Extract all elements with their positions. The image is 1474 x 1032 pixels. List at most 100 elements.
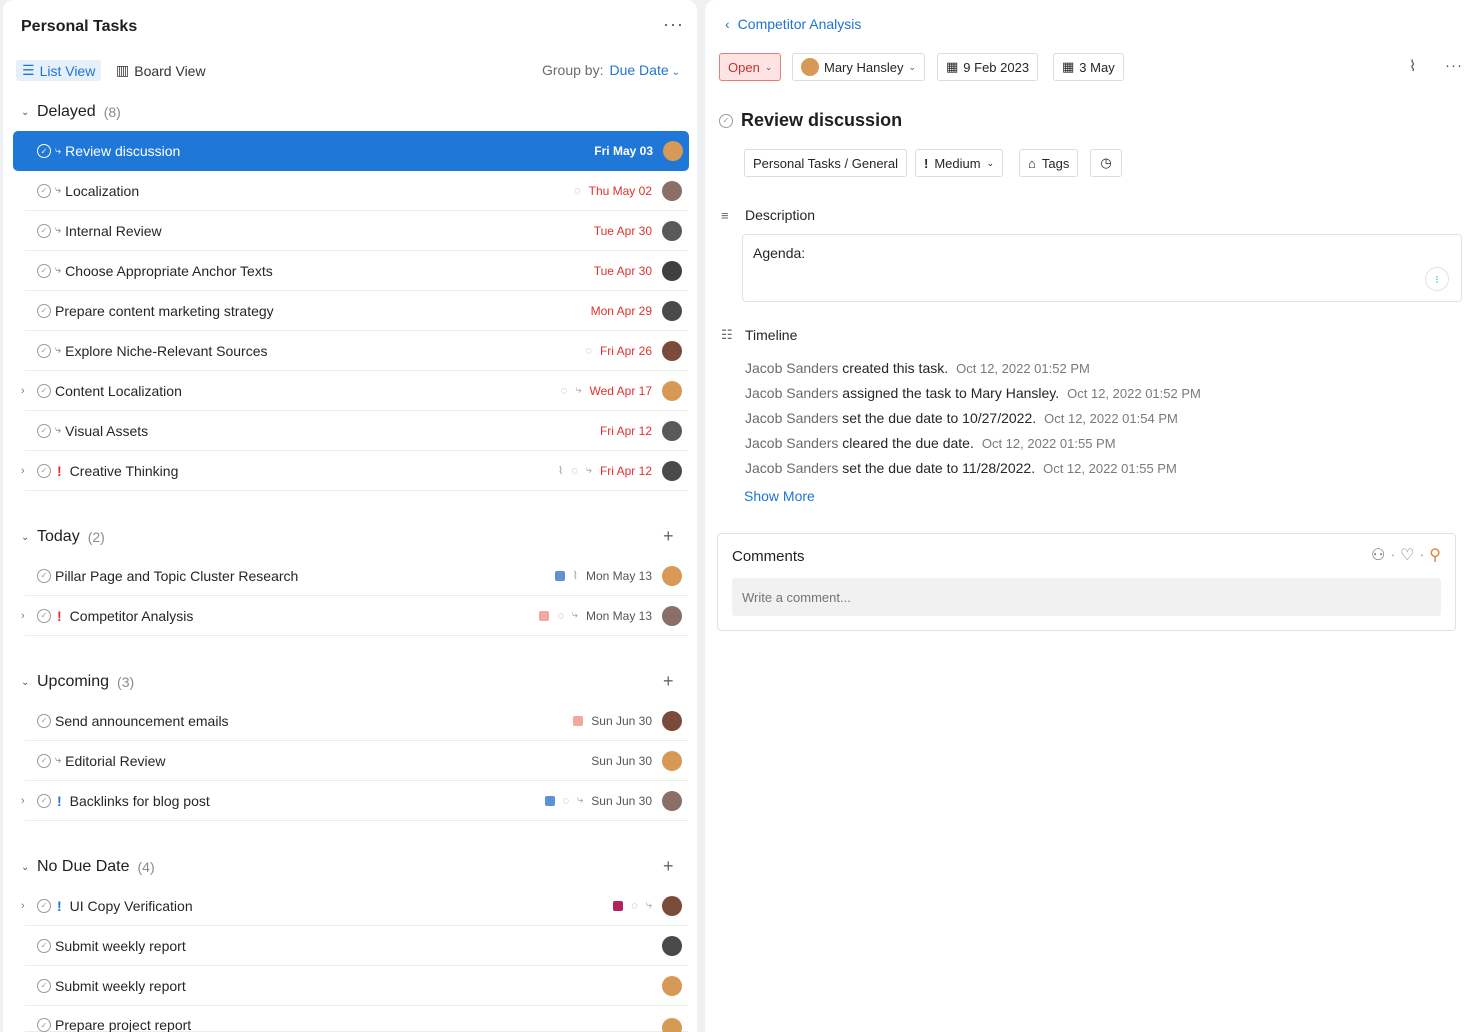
assignee-dropdown[interactable]: Mary Hansley ⌄ bbox=[792, 53, 926, 81]
chevron-down-icon[interactable]: ⌄ bbox=[21, 532, 31, 543]
section-delayed[interactable]: ⌄ Delayed (8) bbox=[21, 103, 121, 121]
complete-check-icon[interactable]: ✓ bbox=[37, 303, 51, 318]
chevron-right-icon[interactable]: › bbox=[21, 465, 25, 477]
task-row[interactable]: › ✓ ! UI Copy Verification ◌ ⤷ bbox=[21, 886, 688, 926]
due-date-button[interactable]: ▦ 3 May bbox=[1053, 53, 1124, 81]
task-row[interactable]: ✓ Prepare project report bbox=[25, 1006, 688, 1032]
complete-check-icon[interactable]: ✓ bbox=[37, 343, 51, 358]
complete-check-icon[interactable]: ✓ bbox=[37, 978, 51, 993]
task-row[interactable]: ✓ ⤷ Internal Review Tue Apr 30 bbox=[25, 211, 688, 251]
complete-check-icon[interactable]: ✓ bbox=[37, 1018, 51, 1032]
task-row[interactable]: › ✓ ! Backlinks for blog post ◌ ⤷ Sun Jun 3… bbox=[21, 781, 688, 821]
complete-check-icon[interactable]: ✓ bbox=[37, 608, 51, 623]
complete-check-icon[interactable]: ✓ bbox=[37, 753, 51, 768]
complete-check-icon[interactable]: ✓ bbox=[37, 713, 51, 728]
task-row[interactable]: ✓ ⤷ Choose Appropriate Anchor Texts Tue A… bbox=[25, 251, 688, 291]
attachment-icon[interactable]: ⌇ bbox=[1409, 57, 1416, 75]
complete-check-icon[interactable]: ✓ bbox=[37, 938, 51, 953]
complete-check-icon[interactable]: ✓ bbox=[37, 263, 51, 278]
task-row[interactable]: ✓ ⤷ Editorial Review Sun Jun 30 bbox=[25, 741, 688, 781]
chevron-left-icon[interactable]: ‹ bbox=[725, 16, 730, 32]
chevron-right-icon[interactable]: › bbox=[21, 385, 25, 397]
task-name: Prepare project report bbox=[55, 1017, 192, 1032]
task-detail-panel: ‹ Competitor Analysis Open ⌄ Mary Hansle… bbox=[705, 0, 1474, 1032]
due-date: Wed Apr 17 bbox=[589, 383, 652, 398]
timeline-header: ☷ Timeline bbox=[721, 327, 797, 343]
task-row[interactable]: › ✓ Content Localization ◌ ⤷ Wed Apr 17 bbox=[21, 371, 688, 411]
complete-check-icon[interactable]: ✓ bbox=[37, 144, 51, 158]
complete-check-icon[interactable]: ✓ bbox=[37, 568, 51, 583]
task-row[interactable]: › ✓ ! Creative Thinking ⌇ ◌ ⤷ Fri Apr 12 bbox=[21, 451, 688, 491]
add-task-plus-icon[interactable]: + bbox=[663, 526, 674, 547]
project-chip[interactable]: Personal Tasks / General bbox=[744, 149, 907, 177]
alarm-clock-icon: ◷ bbox=[1100, 155, 1112, 170]
chevron-down-icon[interactable]: ⌄ bbox=[21, 862, 31, 873]
chevron-down-icon[interactable]: ⌄ bbox=[21, 107, 31, 118]
comments-panel: Comments ⚇ • ♡ • ⚲ bbox=[717, 533, 1456, 631]
complete-check-icon[interactable]: ✓ bbox=[37, 463, 51, 478]
complete-check-icon[interactable]: ✓ bbox=[37, 223, 51, 238]
chevron-right-icon[interactable]: › bbox=[21, 610, 25, 622]
group-by-control[interactable]: Group by: Due Date ⌄ bbox=[542, 62, 680, 78]
task-row[interactable]: › ✓ ! Competitor Analysis ◌ ⤷ Mon May 13 bbox=[21, 596, 688, 636]
complete-check-icon[interactable]: ✓ bbox=[37, 793, 51, 808]
chevron-down-icon[interactable]: ⌄ bbox=[21, 677, 31, 688]
tag-color bbox=[613, 900, 624, 911]
section-today[interactable]: ⌄ Today (2) bbox=[21, 528, 105, 546]
subtask-icon: ⤷ bbox=[55, 424, 62, 436]
list-view-tab[interactable]: ☰ List View bbox=[16, 60, 102, 81]
section-upcoming[interactable]: ⌄ Upcoming (3) bbox=[21, 673, 134, 691]
heart-icon[interactable]: ♡ bbox=[1400, 545, 1414, 565]
avatar bbox=[662, 380, 682, 401]
section-count: (3) bbox=[117, 674, 135, 690]
task-row[interactable]: ✓ ⤷ Localization ◌ Thu May 02 bbox=[25, 171, 688, 211]
task-row[interactable]: ✓ ⤷ Visual Assets Fri Apr 12 bbox=[25, 411, 688, 451]
show-more-link[interactable]: Show More bbox=[744, 488, 815, 504]
task-row[interactable]: ✓ Send announcement emails Sun Jun 30 bbox=[25, 701, 688, 741]
complete-check-icon[interactable]: ✓ bbox=[719, 113, 733, 128]
avatar bbox=[662, 420, 682, 441]
complete-check-icon[interactable]: ✓ bbox=[37, 423, 51, 438]
group-by-value[interactable]: Due Date bbox=[609, 62, 668, 78]
tags-button[interactable]: ⌂ Tags bbox=[1019, 149, 1079, 177]
comment-icon: ◌ bbox=[631, 899, 638, 912]
complete-check-icon[interactable]: ✓ bbox=[37, 898, 51, 913]
add-task-plus-icon[interactable]: + bbox=[663, 671, 674, 692]
add-follower-icon[interactable]: ⚇ bbox=[1371, 545, 1385, 565]
due-date: Fri Apr 12 bbox=[599, 463, 652, 478]
section-no-due-date[interactable]: ⌄ No Due Date (4) bbox=[21, 858, 155, 876]
parent-task-link[interactable]: Competitor Analysis bbox=[738, 16, 862, 32]
section-label: Today bbox=[37, 528, 80, 545]
task-row[interactable]: ✓ Prepare content marketing strategy Mon… bbox=[25, 291, 688, 331]
start-date-button[interactable]: ▦ 9 Feb 2023 bbox=[937, 53, 1039, 81]
reminder-button[interactable]: ◷ bbox=[1090, 149, 1122, 177]
status-dropdown[interactable]: Open ⌄ bbox=[719, 53, 782, 81]
task-row[interactable]: ✓ ⤷ Review discussion Fri May 03 bbox=[13, 131, 689, 171]
description-editor[interactable]: Agenda: ⁝ bbox=[742, 234, 1462, 302]
more-options-icon[interactable]: ··· bbox=[663, 14, 684, 35]
add-task-plus-icon[interactable]: + bbox=[663, 856, 674, 877]
more-options-icon[interactable]: ··· bbox=[1445, 57, 1463, 74]
comment-input[interactable] bbox=[732, 578, 1441, 616]
complete-check-icon[interactable]: ✓ bbox=[37, 383, 51, 398]
calendar-icon: ▦ bbox=[1062, 59, 1075, 74]
subtask-icon: ⤷ bbox=[55, 344, 62, 356]
tag-icon: ⌂ bbox=[1028, 155, 1036, 171]
task-row[interactable]: ✓ Submit weekly report bbox=[25, 926, 688, 966]
task-row[interactable]: ✓ Pillar Page and Topic Cluster Research… bbox=[25, 556, 688, 596]
assignee-name: Mary Hansley bbox=[824, 59, 904, 75]
comment-icon: ◌ bbox=[571, 464, 578, 477]
board-view-tab[interactable]: ▥ Board View bbox=[110, 60, 212, 81]
task-row[interactable]: ✓ Submit weekly report bbox=[25, 966, 688, 1006]
calendar-icon: ▦ bbox=[946, 59, 959, 74]
priority-dropdown[interactable]: ! Medium ⌄ bbox=[915, 149, 1004, 177]
task-title[interactable]: Review discussion bbox=[741, 110, 902, 131]
task-row[interactable]: ✓ ⤷ Explore Niche-Relevant Sources ◌ Fri A… bbox=[25, 331, 688, 371]
user-icon[interactable]: ⚲ bbox=[1429, 545, 1441, 565]
complete-check-icon[interactable]: ✓ bbox=[37, 183, 51, 198]
board-icon: ▥ bbox=[116, 62, 130, 78]
chevron-right-icon[interactable]: › bbox=[21, 795, 25, 807]
breadcrumb[interactable]: ‹ Competitor Analysis bbox=[725, 16, 861, 32]
chevron-right-icon[interactable]: › bbox=[21, 900, 25, 912]
ai-assist-icon[interactable]: ⁝ bbox=[1425, 267, 1449, 291]
